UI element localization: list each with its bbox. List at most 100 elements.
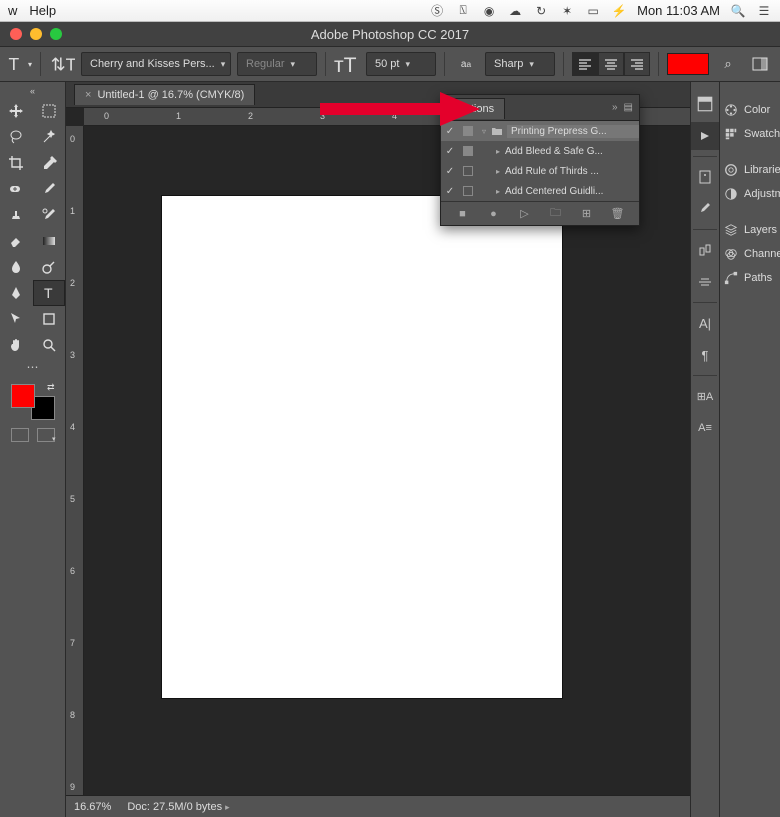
tool-preset-icon[interactable]: T▾ <box>6 51 32 77</box>
timemachine-icon[interactable]: ↻ <box>533 3 549 19</box>
disclosure-icon[interactable]: ▸ <box>491 167 505 176</box>
action-row[interactable]: ✓ ▸ Add Centered Guidli... <box>441 181 639 201</box>
history-panel-icon[interactable] <box>691 122 719 150</box>
dialog-toggle[interactable] <box>459 166 477 176</box>
type-tool[interactable]: T <box>33 280 66 306</box>
layers-panel-button[interactable]: Layers <box>720 218 780 242</box>
font-style-dropdown[interactable]: Regular▾ <box>237 52 317 76</box>
text-color-swatch[interactable] <box>667 53 709 75</box>
stop-icon[interactable]: ■ <box>455 208 471 220</box>
actions-panel-header[interactable]: Actions » ▤ <box>441 95 639 121</box>
foreground-color-swatch[interactable] <box>11 384 35 408</box>
display-icon[interactable]: ▭ <box>585 3 601 19</box>
check-icon[interactable]: ✓ <box>441 186 459 197</box>
crop-tool[interactable] <box>0 150 33 176</box>
properties-panel-icon[interactable] <box>691 90 719 118</box>
dialog-toggle[interactable] <box>459 146 477 156</box>
text-orientation-icon[interactable]: ⇅T <box>49 51 75 77</box>
quickmask-icon[interactable] <box>11 428 29 442</box>
eraser-tool[interactable] <box>0 228 33 254</box>
zoom-level[interactable]: 16.67% <box>74 801 111 813</box>
disclosure-icon[interactable]: ▸ <box>491 187 505 196</box>
navigator-panel-icon[interactable] <box>691 268 719 296</box>
canvas-viewport[interactable] <box>84 126 690 795</box>
minimize-window-button[interactable] <box>30 28 42 40</box>
action-row[interactable]: ✓ ▸ Add Rule of Thirds ... <box>441 161 639 181</box>
play-icon[interactable]: ▷ <box>517 207 533 220</box>
char-styles-panel-icon[interactable]: A≡ <box>691 414 719 442</box>
font-size-dropdown[interactable]: 50 pt▾ <box>366 52 436 76</box>
align-left-button[interactable] <box>572 52 598 76</box>
actions-tab[interactable]: Actions <box>447 98 505 119</box>
libraries-panel-button[interactable]: Libraries <box>720 158 780 182</box>
spotlight-icon[interactable]: 🔍 <box>730 3 746 19</box>
swatches-panel-button[interactable]: Swatches <box>720 122 780 146</box>
blur-tool[interactable] <box>0 254 33 280</box>
collapse-panels-icon[interactable]: » <box>720 84 780 98</box>
check-icon[interactable]: ✓ <box>441 146 459 157</box>
glyphs-panel-icon[interactable]: ⊞A <box>691 382 719 410</box>
eyedropper-tool[interactable] <box>33 150 66 176</box>
warp-text-icon[interactable]: ⌕ <box>715 51 741 77</box>
path-selection-tool[interactable] <box>0 306 33 332</box>
clone-stamp-tool[interactable] <box>0 202 33 228</box>
check-icon[interactable]: ✓ <box>441 126 459 137</box>
brush-settings-panel-icon[interactable] <box>691 195 719 223</box>
zoom-window-button[interactable] <box>50 28 62 40</box>
align-right-button[interactable] <box>624 52 650 76</box>
document-tab[interactable]: × Untitled-1 @ 16.7% (CMYK/8) <box>74 84 255 105</box>
wifi-icon[interactable]: ✶ <box>559 3 575 19</box>
canvas[interactable] <box>162 196 562 698</box>
cloud-icon[interactable]: ☁ <box>507 3 523 19</box>
channels-panel-button[interactable]: Channels <box>720 242 780 266</box>
font-family-dropdown[interactable]: Cherry and Kisses Pers...▾ <box>81 52 231 76</box>
new-set-icon[interactable]: 🗀 <box>548 204 564 223</box>
toolbox-collapse-icon[interactable]: « <box>0 86 65 98</box>
record-icon[interactable]: ● <box>486 208 502 220</box>
menu-item-help[interactable]: Help <box>29 3 56 18</box>
menu-item[interactable]: w <box>8 3 17 18</box>
dodge-tool[interactable] <box>33 254 66 280</box>
history-brush-tool[interactable] <box>33 202 66 228</box>
dropbox-icon[interactable]: ⍂ <box>455 3 471 19</box>
healing-brush-tool[interactable] <box>0 176 33 202</box>
swap-colors-icon[interactable]: ⇄ <box>47 382 55 393</box>
character-panel-icon[interactable]: A| <box>691 309 719 337</box>
cc-icon[interactable]: ◉ <box>481 3 497 19</box>
move-tool[interactable] <box>0 98 33 124</box>
chevron-right-icon[interactable]: ▸ <box>225 802 230 812</box>
edit-toolbar-icon[interactable]: ⋯ <box>0 358 65 376</box>
clone-source-panel-icon[interactable] <box>691 236 719 264</box>
pen-tool[interactable] <box>0 280 33 306</box>
clock[interactable]: Mon 11:03 AM <box>637 3 720 18</box>
shape-tool[interactable] <box>33 306 66 332</box>
disclosure-icon[interactable]: ▿ <box>477 127 491 136</box>
close-tab-icon[interactable]: × <box>85 89 91 101</box>
doc-info[interactable]: Doc: 27.5M/0 bytes ▸ <box>127 801 229 813</box>
dialog-toggle[interactable] <box>459 186 477 196</box>
close-window-button[interactable] <box>10 28 22 40</box>
actions-panel[interactable]: Actions » ▤ ✓ ▿ Printing Prepress G... ✓… <box>440 94 640 226</box>
lasso-tool[interactable] <box>0 124 33 150</box>
skype-icon[interactable]: Ⓢ <box>429 3 445 19</box>
check-icon[interactable]: ✓ <box>441 166 459 177</box>
panel-menu-icon[interactable]: ▤ <box>624 102 633 113</box>
paragraph-panel-icon[interactable]: ¶ <box>691 341 719 369</box>
color-panel-button[interactable]: Color <box>720 98 780 122</box>
brush-panel-icon[interactable] <box>691 163 719 191</box>
color-picker[interactable]: ⇄ <box>9 382 57 422</box>
collapse-panel-icon[interactable]: » <box>612 102 618 113</box>
hand-tool[interactable] <box>0 332 33 358</box>
ruler-vertical[interactable]: 0123456789 <box>66 126 84 795</box>
battery-icon[interactable]: ⚡ <box>611 3 627 19</box>
notification-icon[interactable]: ☰ <box>756 3 772 19</box>
gradient-tool[interactable] <box>33 228 66 254</box>
marquee-tool[interactable] <box>33 98 66 124</box>
action-row[interactable]: ✓ ▸ Add Bleed & Safe G... <box>441 141 639 161</box>
dialog-toggle[interactable] <box>459 126 477 136</box>
paths-panel-button[interactable]: Paths <box>720 266 780 290</box>
adjustments-panel-button[interactable]: Adjustments <box>720 182 780 206</box>
zoom-tool[interactable] <box>33 332 66 358</box>
disclosure-icon[interactable]: ▸ <box>491 147 505 156</box>
trash-icon[interactable]: 🗑 <box>610 207 626 220</box>
